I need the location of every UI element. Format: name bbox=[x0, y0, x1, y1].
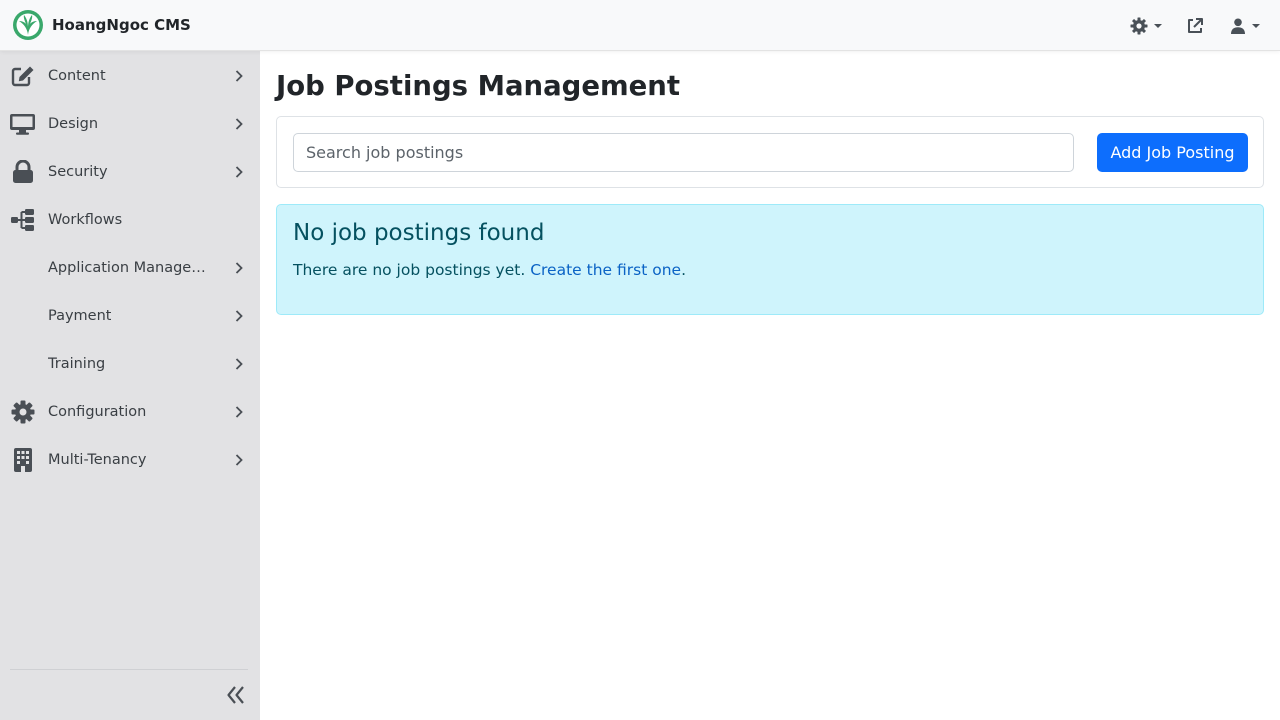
user-dropdown-button[interactable] bbox=[1230, 0, 1260, 51]
building-icon bbox=[10, 448, 35, 472]
sitemap-icon bbox=[10, 208, 35, 232]
alert-text: There are no job postings yet. Create th… bbox=[293, 261, 686, 279]
sidebar-item-label: Training bbox=[48, 356, 106, 372]
lock-icon bbox=[10, 160, 35, 184]
add-job-posting-button[interactable]: Add Job Posting bbox=[1097, 133, 1248, 172]
sidebar-item-content[interactable]: Content bbox=[0, 52, 260, 100]
sidebar-item-multi-tenancy[interactable]: Multi-Tenancy bbox=[0, 436, 260, 484]
sidebar-item-security[interactable]: Security bbox=[0, 148, 260, 196]
navbar-actions bbox=[1130, 0, 1280, 51]
sidebar-item-configuration[interactable]: Configuration bbox=[0, 388, 260, 436]
sidebar-item-application-management[interactable]: Application Managem... bbox=[0, 244, 260, 292]
external-link-icon bbox=[1188, 17, 1203, 33]
logo-icon bbox=[13, 10, 43, 40]
create-first-link[interactable]: Create the first one bbox=[530, 261, 681, 279]
sidebar-item-label: Application Managem... bbox=[48, 260, 216, 276]
chevron-right-icon bbox=[235, 70, 243, 82]
alert-message: There are no job postings yet. bbox=[293, 261, 526, 279]
chevron-down-icon bbox=[1154, 23, 1162, 28]
edit-icon bbox=[10, 64, 35, 88]
page-title: Job Postings Management bbox=[276, 70, 681, 102]
search-input[interactable] bbox=[293, 133, 1074, 172]
sidebar-item-label: Multi-Tenancy bbox=[48, 452, 147, 468]
sidebar-item-label: Configuration bbox=[48, 404, 147, 420]
chevron-right-icon bbox=[235, 358, 243, 370]
sidebar-item-label: Workflows bbox=[48, 212, 123, 228]
chevron-right-icon bbox=[235, 118, 243, 130]
sidebar: Content Design Security Workflows Applic… bbox=[0, 51, 260, 720]
empty-state-alert: No job postings found There are no job p… bbox=[276, 204, 1264, 315]
search-toolbar: Add Job Posting bbox=[276, 116, 1264, 188]
chevron-down-icon bbox=[1252, 23, 1260, 28]
chevron-right-icon bbox=[235, 166, 243, 178]
chevron-right-icon bbox=[235, 310, 243, 322]
sidebar-item-workflows[interactable]: Workflows bbox=[0, 196, 260, 244]
sidebar-item-label: Payment bbox=[48, 308, 112, 324]
sidebar-item-payment[interactable]: Payment bbox=[0, 292, 260, 340]
sidebar-item-training[interactable]: Training bbox=[0, 340, 260, 388]
sidebar-item-label: Content bbox=[48, 68, 106, 84]
sidebar-item-design[interactable]: Design bbox=[0, 100, 260, 148]
top-navbar: HoangNgoc CMS bbox=[0, 0, 1280, 51]
brand-link[interactable]: HoangNgoc CMS bbox=[12, 9, 191, 41]
view-site-button[interactable] bbox=[1186, 0, 1204, 51]
chevron-right-icon bbox=[235, 406, 243, 418]
theme-gear-icon bbox=[1130, 17, 1148, 34]
sidebar-divider bbox=[10, 669, 248, 670]
chevron-right-icon bbox=[235, 262, 243, 274]
collapse-sidebar-icon[interactable] bbox=[224, 683, 248, 707]
sidebar-item-label: Design bbox=[48, 116, 99, 132]
alert-heading: No job postings found bbox=[293, 220, 545, 246]
user-icon bbox=[1231, 18, 1245, 34]
main-content: Job Postings Management Add Job Posting … bbox=[260, 51, 1280, 720]
chevron-right-icon bbox=[235, 454, 243, 466]
monitor-icon bbox=[10, 112, 35, 136]
gear-icon bbox=[10, 400, 35, 424]
brand-name: HoangNgoc CMS bbox=[52, 16, 191, 34]
theme-dropdown-button[interactable] bbox=[1130, 0, 1162, 51]
alert-suffix: . bbox=[681, 261, 686, 279]
sidebar-item-label: Security bbox=[48, 164, 108, 180]
